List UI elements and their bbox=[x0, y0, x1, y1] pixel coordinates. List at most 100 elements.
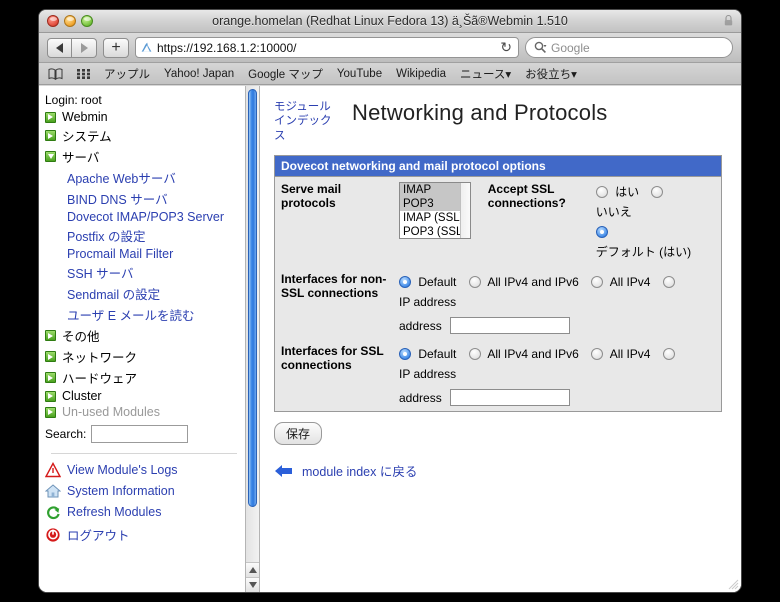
sidebar-item-read-user-mail[interactable]: ユーザ E メールを読む bbox=[67, 305, 245, 324]
sslif-radio-all-ipv4[interactable] bbox=[591, 348, 603, 360]
sslif-radio-all4-wrap[interactable]: All IPv4 bbox=[591, 347, 663, 361]
page-viewport: Login: root Webmin システム サーバ Apache Webサー… bbox=[39, 86, 741, 592]
close-window-button[interactable] bbox=[47, 15, 59, 27]
login-status: Login: root bbox=[45, 93, 245, 107]
sidebar-item-procmail[interactable]: Procmail Mail Filter bbox=[67, 247, 245, 261]
sidebar-item-sendmail[interactable]: Sendmail の設定 bbox=[67, 284, 245, 303]
sidebar-category-label: ネットワーク bbox=[62, 347, 137, 366]
sslif-radio-ip-address[interactable] bbox=[663, 348, 675, 360]
sidebar-divider bbox=[51, 453, 237, 454]
title-bar: orange.homelan (Redhat Linux Fedora 13) … bbox=[39, 10, 741, 33]
sidebar-category-label: Cluster bbox=[62, 389, 102, 403]
sidebar-item-ssh[interactable]: SSH サーバ bbox=[67, 263, 245, 282]
ssl-radio-yes[interactable] bbox=[596, 186, 608, 198]
expand-arrow-icon[interactable] bbox=[45, 407, 56, 418]
expand-arrow-icon[interactable] bbox=[45, 112, 56, 123]
sslif-radio-all4-label: All IPv4 bbox=[610, 347, 651, 361]
sidebar-category-network[interactable]: ネットワーク bbox=[45, 347, 245, 366]
sidebar-tool-system-information[interactable]: System Information bbox=[45, 483, 245, 499]
back-row: module index に戻る bbox=[274, 461, 727, 480]
resize-grip-icon[interactable] bbox=[727, 578, 739, 590]
sidebar-item-bind-dns[interactable]: BIND DNS サーバ bbox=[67, 189, 245, 208]
nonssl-interfaces-cell: Default All IPv4 and IPv6 All IPv4 bbox=[393, 267, 721, 317]
expand-arrow-icon[interactable] bbox=[45, 330, 56, 341]
nonssl-radio-all4-label: All IPv4 bbox=[610, 275, 651, 289]
bookmark-google-maps[interactable]: Google マップ bbox=[248, 66, 323, 82]
sidebar-tool-view-logs[interactable]: View Module's Logs bbox=[45, 462, 245, 478]
bookmark-youtube[interactable]: YouTube bbox=[337, 68, 382, 80]
sidebar-category-servers[interactable]: サーバ bbox=[45, 147, 245, 166]
protocols-multiselect[interactable]: IMAP POP3 IMAP (SSL) POP3 (SSL) bbox=[399, 182, 471, 239]
frame-scrollbar[interactable] bbox=[245, 86, 260, 592]
lock-icon bbox=[724, 15, 733, 26]
sidebar-category-others[interactable]: その他 bbox=[45, 326, 245, 345]
zoom-window-button[interactable] bbox=[81, 15, 93, 27]
site-favicon bbox=[140, 41, 153, 54]
minimize-window-button[interactable] bbox=[64, 15, 76, 27]
sidebar-tool-refresh-modules[interactable]: Refresh Modules bbox=[45, 504, 245, 520]
sidebar-tool-label: Refresh Modules bbox=[67, 505, 162, 519]
nonssl-radio-default-wrap[interactable]: Default bbox=[399, 275, 469, 289]
nonssl-interfaces-label: Interfaces for non-SSL connections bbox=[275, 267, 393, 317]
sslif-radio-all46-wrap[interactable]: All IPv4 and IPv6 bbox=[469, 347, 591, 361]
collapse-arrow-icon[interactable] bbox=[45, 151, 56, 162]
nonssl-radio-default[interactable] bbox=[399, 276, 411, 288]
sidebar-category-label: Un-used Modules bbox=[62, 405, 160, 419]
ssl-radio-default-wrap[interactable]: デフォルト (はい) bbox=[596, 225, 700, 259]
back-to-module-index-link[interactable]: module index に戻る bbox=[302, 461, 417, 480]
expand-arrow-icon[interactable] bbox=[45, 351, 56, 362]
serve-protocols-cell: IMAP POP3 IMAP (SSL) POP3 (SSL) bbox=[393, 177, 482, 267]
sidebar-category-system[interactable]: システム bbox=[45, 126, 245, 145]
back-arrow-icon[interactable] bbox=[274, 464, 293, 478]
bookmark-apple[interactable]: アップル bbox=[104, 66, 150, 82]
ssl-radio-yes-wrap[interactable]: はい bbox=[596, 185, 652, 199]
sslif-radio-default-wrap[interactable]: Default bbox=[399, 347, 469, 361]
ssl-address-input[interactable] bbox=[450, 389, 570, 406]
table-row: address bbox=[275, 317, 721, 339]
forward-button[interactable] bbox=[72, 38, 97, 58]
nonssl-radio-all-ipv4[interactable] bbox=[591, 276, 603, 288]
ssl-radio-no[interactable] bbox=[651, 186, 663, 198]
module-index-link[interactable]: モジュール インデックス bbox=[274, 96, 338, 143]
save-button[interactable]: 保存 bbox=[274, 422, 322, 445]
search-bar[interactable]: Google bbox=[525, 37, 733, 58]
sidebar-category-unused-modules[interactable]: Un-used Modules bbox=[45, 405, 245, 419]
sidebar-category-hardware[interactable]: ハードウェア bbox=[45, 368, 245, 387]
sslif-radio-all-ipv4-ipv6[interactable] bbox=[469, 348, 481, 360]
nonssl-radio-all4-wrap[interactable]: All IPv4 bbox=[591, 275, 663, 289]
bookmark-news-folder[interactable]: ニュース▾ bbox=[460, 66, 511, 82]
sidebar-tool-logout[interactable]: ログアウト bbox=[45, 525, 245, 544]
scroll-down-button[interactable] bbox=[246, 577, 259, 592]
scroll-up-button[interactable] bbox=[246, 562, 259, 577]
reload-icon[interactable]: ↻ bbox=[500, 39, 514, 56]
nonssl-address-input[interactable] bbox=[450, 317, 570, 334]
nonssl-radio-all46-wrap[interactable]: All IPv4 and IPv6 bbox=[469, 275, 591, 289]
bookmark-wikipedia[interactable]: Wikipedia bbox=[396, 68, 446, 80]
sidebar-category-cluster[interactable]: Cluster bbox=[45, 389, 245, 403]
sidebar-item-apache[interactable]: Apache Webサーバ bbox=[67, 168, 245, 187]
nonssl-radio-ip-address[interactable] bbox=[663, 276, 675, 288]
table-row: Interfaces for SSL connections Default bbox=[275, 339, 721, 389]
search-input[interactable]: Google bbox=[551, 41, 590, 55]
address-bar[interactable]: https://192.168.1.2:10000/ ↻ bbox=[135, 37, 519, 58]
back-button[interactable] bbox=[47, 38, 72, 58]
expand-arrow-icon[interactable] bbox=[45, 372, 56, 383]
expand-arrow-icon[interactable] bbox=[45, 391, 56, 402]
bookmarks-book-icon[interactable] bbox=[48, 68, 63, 80]
scrollbar-thumb[interactable] bbox=[248, 89, 257, 507]
select-scrollbar[interactable] bbox=[460, 183, 470, 238]
bookmark-useful-folder[interactable]: お役立ち▾ bbox=[525, 66, 577, 82]
sslif-radio-default[interactable] bbox=[399, 348, 411, 360]
expand-arrow-icon[interactable] bbox=[45, 130, 56, 141]
page-title: Networking and Protocols bbox=[352, 96, 607, 126]
nonssl-radio-all-ipv4-ipv6[interactable] bbox=[469, 276, 481, 288]
top-sites-grid-icon[interactable] bbox=[77, 68, 90, 80]
ssl-radio-default[interactable] bbox=[596, 226, 608, 238]
ssl-interfaces-label: Interfaces for SSL connections bbox=[275, 339, 393, 389]
add-bookmark-button[interactable]: + bbox=[103, 38, 129, 58]
sidebar-category-webmin[interactable]: Webmin bbox=[45, 110, 245, 124]
sidebar-item-dovecot[interactable]: Dovecot IMAP/POP3 Server bbox=[67, 210, 245, 224]
bookmark-yahoo-japan[interactable]: Yahoo! Japan bbox=[164, 68, 234, 80]
sidebar-search-input[interactable] bbox=[91, 425, 188, 443]
sidebar-item-postfix[interactable]: Postfix の設定 bbox=[67, 226, 245, 245]
